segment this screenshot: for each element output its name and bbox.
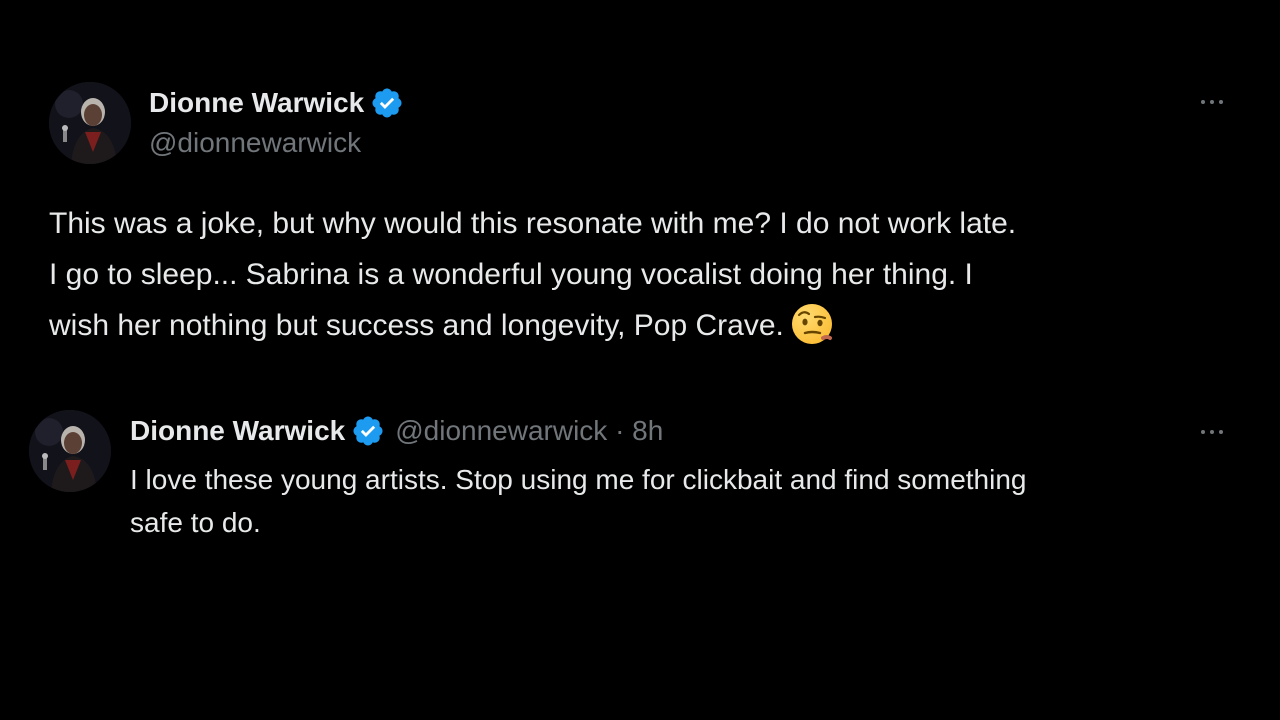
tweet-text-line: I go to sleep... Sabrina is a wonderful … bbox=[49, 258, 973, 291]
author-handle[interactable]: @dionnewarwick bbox=[149, 127, 361, 159]
dot bbox=[1219, 100, 1223, 104]
reply-author-row: Dionne Warwick @dionnewarwick · 8h bbox=[130, 413, 663, 449]
dot bbox=[1201, 100, 1205, 104]
verified-badge-icon bbox=[351, 414, 385, 448]
more-options-icon[interactable] bbox=[1194, 90, 1230, 114]
avatar-portrait-icon bbox=[29, 410, 111, 492]
handle-and-timestamp[interactable]: @dionnewarwick · 8h bbox=[395, 415, 663, 447]
tweet-text-line-last: wish her nothing but success and longevi… bbox=[49, 300, 1249, 351]
author-display-name[interactable]: Dionne Warwick bbox=[149, 87, 364, 119]
dot bbox=[1210, 100, 1214, 104]
tweet-text-line: This was a joke, but why would this reso… bbox=[49, 207, 1017, 240]
tweet-text-line: I love these young artists. Stop using m… bbox=[130, 464, 1027, 495]
tweet-text: This was a joke, but why would this reso… bbox=[49, 198, 1249, 351]
avatar[interactable] bbox=[29, 410, 111, 492]
dot bbox=[1201, 430, 1205, 434]
verified-badge-icon bbox=[370, 86, 404, 120]
author-display-name[interactable]: Dionne Warwick bbox=[130, 415, 345, 447]
tweet-screenshot: Dionne Warwick @dionnewarwick This was a… bbox=[0, 0, 1280, 720]
reply-tweet-text: I love these young artists. Stop using m… bbox=[130, 458, 1230, 544]
avatar-portrait-icon bbox=[49, 82, 131, 164]
tweet-text-line: safe to do. bbox=[130, 507, 261, 538]
more-options-icon[interactable] bbox=[1194, 420, 1230, 444]
author-name-row: Dionne Warwick bbox=[149, 86, 404, 120]
dot bbox=[1219, 430, 1223, 434]
tweet-text-line-content: wish her nothing but success and longevi… bbox=[49, 309, 784, 342]
face-with-raised-eyebrow-icon bbox=[790, 302, 834, 346]
avatar[interactable] bbox=[49, 82, 131, 164]
dot bbox=[1210, 430, 1214, 434]
